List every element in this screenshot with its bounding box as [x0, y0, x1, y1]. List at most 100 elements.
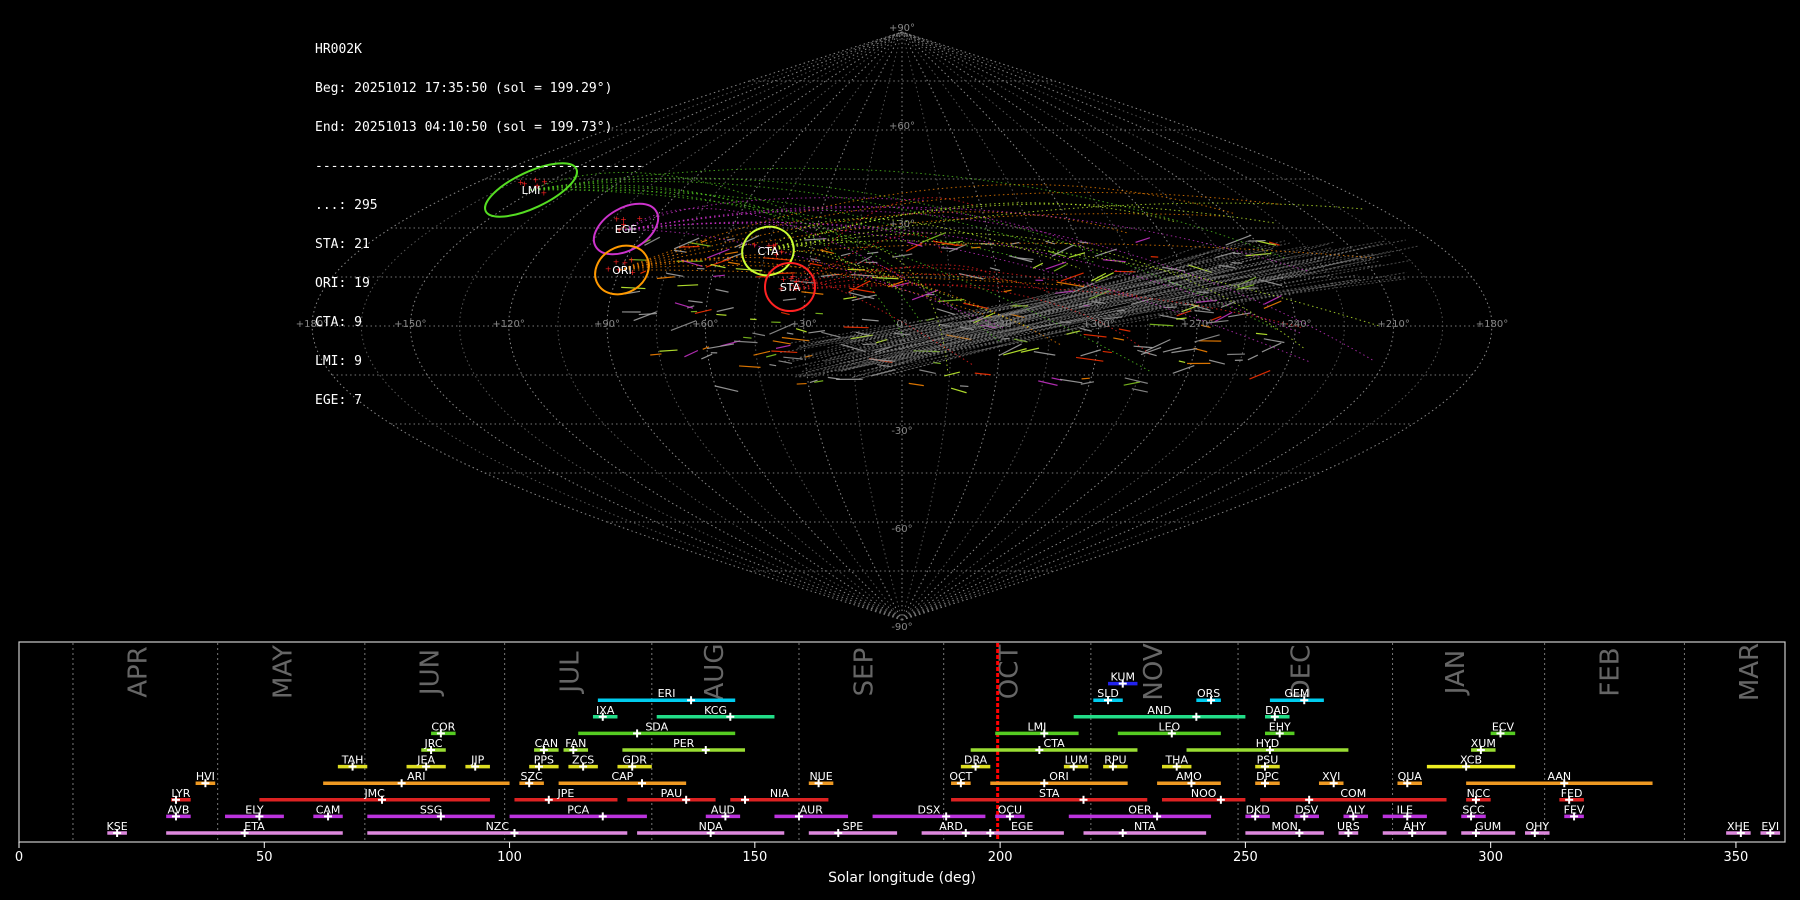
- month-label-feb: FEB: [1595, 647, 1625, 696]
- meteor-trail: [1135, 237, 1151, 243]
- meteor-arc: [769, 203, 1277, 251]
- meteor-trail: [936, 308, 956, 316]
- meteor-trail: [1137, 349, 1157, 357]
- shower-label-aly: ALY: [1346, 803, 1365, 816]
- latitude-label: +90°: [889, 23, 915, 34]
- shower-label-ohy: OHY: [1525, 820, 1549, 833]
- longitude-label: +330°: [984, 319, 1016, 330]
- meteor-trail: [714, 385, 739, 393]
- shower-label-oer: OER: [1128, 803, 1152, 816]
- meteor-trail: [1081, 377, 1090, 380]
- month-label-jun: JUN: [416, 649, 446, 697]
- meteor-trail: [1249, 369, 1271, 380]
- meteor-trail: [919, 369, 936, 375]
- meteor-trail: [1113, 337, 1125, 341]
- meteor-trail: [1145, 338, 1171, 352]
- meteor-trail: [843, 326, 869, 329]
- shower-label-dad: DAD: [1265, 704, 1289, 717]
- meteor-trail: [656, 276, 675, 280]
- shower-label-ncc: NCC: [1467, 787, 1491, 800]
- shower-label-per: PER: [673, 737, 695, 750]
- shower-label-ssg: SSG: [420, 803, 443, 816]
- shower-label-kum: KUM: [1111, 671, 1135, 684]
- meteor-trail: [1255, 332, 1268, 336]
- month-label-may: MAY: [268, 645, 298, 699]
- x-tick-label: 300: [1478, 850, 1503, 865]
- meteor-arc: [769, 239, 949, 374]
- shower-label-dsv: DSV: [1295, 803, 1318, 816]
- shower-label-cap: CAP: [611, 770, 633, 783]
- meteor-trail: [816, 239, 1251, 360]
- meteor-trail: [908, 382, 924, 387]
- meteor-trail: [1083, 333, 1107, 338]
- meteor-trail: [772, 340, 791, 345]
- shower-label-aud: AUD: [711, 803, 735, 816]
- shower-label-scc: SCC: [1462, 803, 1485, 816]
- meteor-trail: [659, 349, 678, 352]
- shower-label-aan: AAN: [1548, 770, 1572, 783]
- longitude-label: 0°: [896, 319, 907, 330]
- shower-label-xum: XUM: [1471, 737, 1496, 750]
- longitude-label: +30°: [791, 319, 817, 330]
- meteor-trail: [782, 298, 797, 301]
- month-label-aug: AUG: [700, 644, 730, 701]
- sky-map: +180° +150° +120° +90° +60° +30° 0° +330° +300° +…: [296, 23, 1508, 630]
- meteor-trail: [701, 353, 713, 360]
- shower-label-and: AND: [1147, 704, 1171, 717]
- count-ege: EGE: 7: [315, 393, 362, 408]
- meteor-trail: [678, 245, 700, 248]
- meteor-trail: [715, 288, 729, 293]
- shower-label-spe: SPE: [843, 820, 864, 833]
- latitude-label: -30°: [891, 426, 912, 437]
- shower-label-rpu: RPU: [1104, 754, 1126, 767]
- shower-label-jip: JIP: [470, 754, 484, 767]
- latitude-label: +30°: [889, 219, 915, 230]
- meteor-trail: [804, 238, 827, 241]
- meteor-trail: [1261, 342, 1282, 353]
- shower-label-avb: AVB: [167, 803, 189, 816]
- meteor-trail: [739, 365, 761, 368]
- shower-timeline-chart: APR MAY JUN JUL AUG SEP OCT NOV DEC JAN FEB MAR KUM…: [15, 641, 1786, 886]
- shower-label-pau: PAU: [661, 787, 683, 800]
- month-label-sep: SEP: [850, 648, 880, 697]
- longitude-label: +210°: [1377, 319, 1409, 330]
- shower-label-lyr: LYR: [171, 787, 190, 800]
- shower-label-nta: NTA: [1134, 820, 1156, 833]
- meteor-trail: [753, 350, 771, 356]
- shower-label-noo: NOO: [1191, 787, 1217, 800]
- meteor-trail: [1149, 323, 1174, 327]
- meteor-trail: [769, 363, 777, 367]
- shower-label-sda: SDA: [645, 720, 668, 733]
- meteor-trail: [849, 287, 876, 294]
- meteor-trail: [781, 336, 810, 342]
- meteor-trail: [775, 344, 791, 349]
- shower-label-kcg: KCG: [704, 704, 727, 717]
- meteor-trail: [752, 332, 766, 337]
- meteor-arc: [769, 202, 1178, 251]
- meteor-trail: [650, 353, 662, 356]
- meteor-trail: [1102, 350, 1112, 354]
- shower-label-dra: DRA: [964, 754, 988, 767]
- shower-label-jmc: JMC: [363, 787, 385, 800]
- shower-label-ely: ELY: [245, 803, 264, 816]
- shower-label-ege: EGE: [1011, 820, 1033, 833]
- meteor-trail: [713, 274, 725, 278]
- shower-label-hvi: HVI: [196, 770, 215, 783]
- shower-label-eri: ERI: [658, 687, 676, 700]
- month-label-nov: NOV: [1139, 643, 1169, 700]
- meteor-trail: [1003, 289, 1012, 293]
- meteor-trail: [707, 343, 735, 350]
- meteor-trail: [862, 343, 877, 346]
- meteor-trail: [809, 262, 823, 267]
- info-separator: ----------------------------------------…: [315, 159, 644, 174]
- longitude-label: +240°: [1279, 319, 1311, 330]
- meteor-trail: [941, 247, 958, 250]
- shower-label-tah: TAH: [341, 754, 364, 767]
- longitude-label: +180°: [1476, 319, 1508, 330]
- latitude-label: -60°: [891, 524, 912, 535]
- shower-label-qua: QUA: [1398, 770, 1423, 783]
- meteor-trail: [792, 239, 1406, 362]
- x-tick-label: 50: [256, 850, 273, 865]
- meteor-trail: [1033, 351, 1056, 356]
- meteor-trail: [1080, 381, 1095, 385]
